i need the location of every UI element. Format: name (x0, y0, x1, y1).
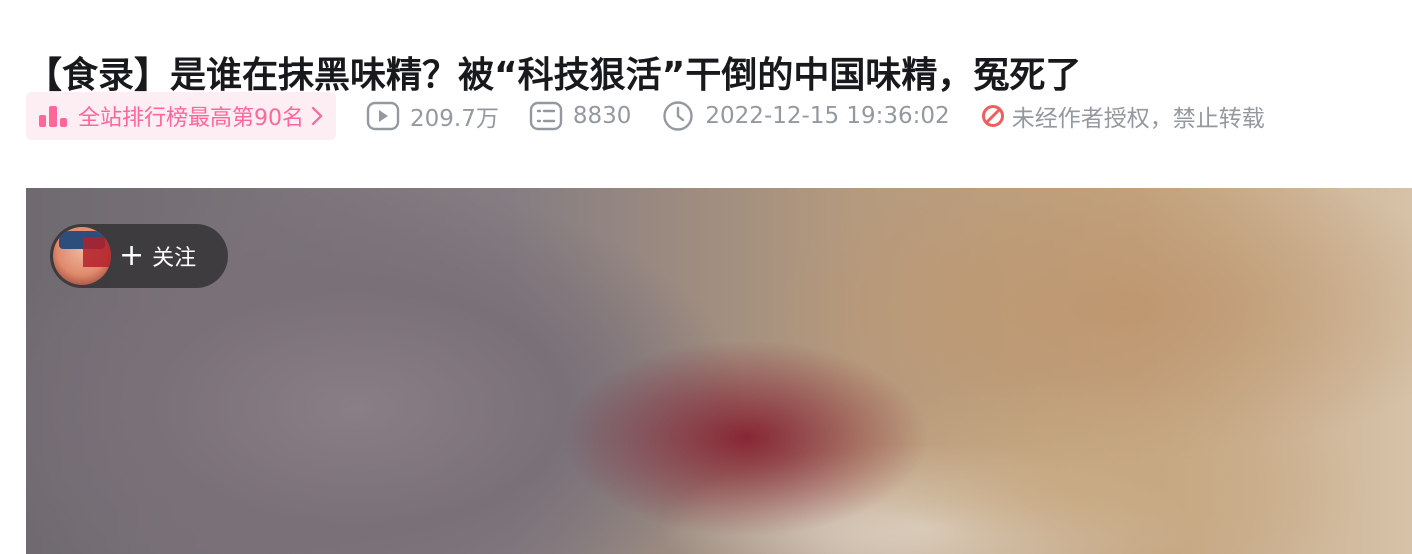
avatar[interactable] (53, 227, 111, 285)
plus-icon: + (119, 238, 145, 273)
view-count: 209.7万 (366, 99, 499, 133)
danmaku-icon (529, 99, 563, 133)
play-count-icon (366, 99, 400, 133)
avatar-stamp (83, 237, 111, 267)
publish-time-value: 2022-12-15 19:36:02 (705, 103, 950, 129)
follow-label: 关注 (152, 246, 197, 271)
danmaku-count-value: 8830 (572, 103, 632, 129)
forbid-icon (980, 99, 1006, 133)
publish-time: 2022-12-15 19:36:02 (661, 99, 950, 133)
video-player[interactable]: + 关注 (26, 188, 1412, 554)
video-meta-bar: 全站排行榜最高第90名 209.7万 8830 2022-12-15 19:36… (26, 92, 1265, 140)
rank-badge-label: 全站排行榜最高第90名 (78, 106, 304, 131)
chevron-right-icon (310, 105, 324, 127)
follow-button[interactable]: + 关注 (50, 224, 228, 288)
view-count-value: 209.7万 (410, 106, 499, 132)
copyright-notice: 未经作者授权，禁止转载 (980, 99, 1265, 133)
rank-bars-icon (38, 103, 68, 129)
clock-icon (661, 99, 695, 133)
danmaku-count: 8830 (529, 99, 632, 133)
rank-badge[interactable]: 全站排行榜最高第90名 (26, 92, 336, 140)
copyright-text: 未经作者授权，禁止转载 (1011, 106, 1265, 132)
